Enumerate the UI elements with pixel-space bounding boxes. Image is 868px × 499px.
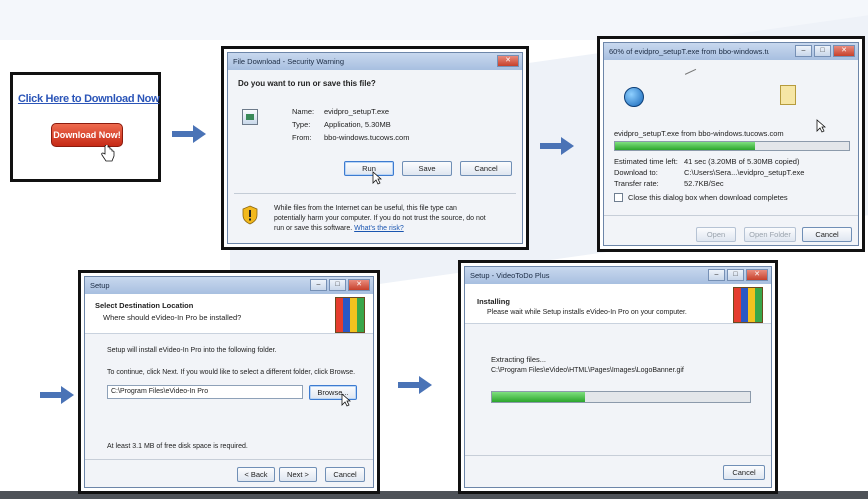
setup-line-1: Setup will install eVideo-In Pro into th… [107, 347, 277, 354]
download-file-line: evidpro_setupT.exe from bbo-windows.tuco… [614, 129, 784, 138]
folder-icon [780, 85, 796, 105]
security-warning-panel: File Download - Security Warning ✕ Do yo… [221, 46, 529, 250]
download-progress-bar [614, 141, 850, 151]
maximize-icon[interactable]: □ [814, 45, 831, 57]
download-now-label: Download Now! [53, 130, 121, 140]
divider [234, 193, 516, 194]
download-to-label: Download to: [614, 168, 658, 177]
install-titlebar[interactable]: Setup - VideoToDo Plus – □ ✕ [465, 267, 771, 284]
install-subheading: Please wait while Setup installs eVideo-… [487, 309, 687, 316]
close-icon[interactable]: ✕ [746, 269, 768, 281]
dialog-title: File Download - Security Warning [233, 57, 345, 66]
pointer-cursor-icon [816, 119, 827, 135]
minimize-icon[interactable]: – [708, 269, 725, 281]
setup-destination-dialog: Setup – □ ✕ Select Destination Location … [84, 276, 374, 488]
back-button[interactable]: < Back [237, 467, 275, 482]
security-question: Do you want to run or save this file? [238, 79, 376, 88]
minimize-icon[interactable]: – [310, 279, 327, 291]
warning-line-2: potentially harm your computer. If you d… [274, 215, 486, 222]
installing-dialog: Setup - VideoToDo Plus – □ ✕ Installing … [464, 266, 772, 488]
cancel-button[interactable]: Cancel [325, 467, 365, 482]
setup-subheading: Where should eVideo-In Pro be installed? [103, 313, 242, 322]
close-icon[interactable]: ✕ [497, 55, 519, 67]
download-titlebar[interactable]: 60% of evidpro_setupT.exe from bbo-windo… [604, 43, 858, 60]
arrow-3-icon [40, 386, 74, 404]
disk-space-text: At least 3.1 MB of free disk space is re… [107, 443, 248, 450]
transfer-rate-value: 52.7KB/Sec [684, 179, 724, 188]
close-on-complete-checkbox[interactable] [614, 193, 623, 202]
installing-panel: Setup - VideoToDo Plus – □ ✕ Installing … [458, 260, 778, 494]
next-button[interactable]: Next > [279, 467, 317, 482]
name-label: Name: [292, 107, 315, 116]
arrow-2-icon [540, 137, 574, 155]
arrow-1-icon [172, 125, 206, 143]
close-on-complete-label: Close this dialog box when download comp… [628, 193, 788, 202]
download-progress-dialog: 60% of evidpro_setupT.exe from bbo-windo… [603, 42, 859, 246]
close-icon[interactable]: ✕ [833, 45, 855, 57]
pointer-cursor-icon [341, 393, 352, 409]
warning-line-1: While files from the Internet can be use… [274, 205, 457, 212]
divider [465, 455, 771, 456]
hand-cursor-icon [101, 143, 115, 163]
install-progress-fill [492, 392, 585, 402]
security-warning-dialog: File Download - Security Warning ✕ Do yo… [227, 52, 523, 244]
close-icon[interactable]: ✕ [348, 279, 370, 291]
name-value: evidpro_setupT.exe [324, 107, 390, 116]
paper-fly-icon [684, 68, 700, 82]
setup-destination-panel: Setup – □ ✕ Select Destination Location … [78, 270, 380, 494]
app-logo-icon [733, 287, 763, 323]
warning-line-3-text: run or save this software. [274, 225, 353, 232]
setup-line-2: To continue, click Next. If you would li… [107, 369, 356, 376]
download-now-button[interactable]: Download Now! [51, 123, 123, 147]
whats-the-risk-link[interactable]: What's the risk? [354, 225, 404, 232]
divider [604, 215, 858, 216]
open-folder-button[interactable]: Open Folder [744, 227, 796, 242]
download-progress-panel: 60% of evidpro_setupT.exe from bbo-windo… [597, 36, 865, 252]
from-label: From: [292, 133, 312, 142]
setup-titlebar[interactable]: Setup – □ ✕ [85, 277, 373, 294]
download-to-value: C:\Users\Sera...\evidpro_setupT.exe [684, 168, 805, 177]
transfer-rate-label: Transfer rate: [614, 179, 659, 188]
save-button[interactable]: Save [402, 161, 452, 176]
pointer-cursor-icon [372, 171, 383, 187]
arrow-4-icon [398, 376, 432, 394]
minimize-icon[interactable]: – [795, 45, 812, 57]
app-logo-icon [335, 297, 365, 333]
from-value: bbo-windows.tucows.com [324, 133, 410, 142]
security-warning-titlebar[interactable]: File Download - Security Warning ✕ [228, 53, 522, 70]
install-title: Setup - VideoToDo Plus [470, 271, 550, 280]
cancel-button[interactable]: Cancel [723, 465, 765, 480]
download-link[interactable]: Click Here to Download Now [18, 93, 160, 105]
globe-icon [624, 87, 644, 107]
est-time-value: 41 sec (3.20MB of 5.30MB copied) [684, 157, 800, 166]
divider [85, 459, 373, 460]
destination-path-input[interactable]: C:\Program Files\eVideo-In Pro [107, 385, 303, 399]
warning-line-3: run or save this software. What's the ri… [274, 225, 404, 232]
open-button[interactable]: Open [696, 227, 736, 242]
download-title: 60% of evidpro_setupT.exe from bbo-windo… [609, 47, 769, 56]
type-value: Application, 5.30MB [324, 120, 391, 129]
maximize-icon[interactable]: □ [727, 269, 744, 281]
download-progress-fill [615, 142, 756, 150]
destination-path-value: C:\Program Files\eVideo-In Pro [111, 388, 209, 395]
extracting-path: C:\Program Files\eVideo\HTML\Pages\Image… [491, 367, 684, 374]
install-progress-bar [491, 391, 751, 403]
type-label: Type: [292, 120, 311, 129]
cancel-button[interactable]: Cancel [802, 227, 852, 242]
setup-title: Setup [90, 281, 110, 290]
exe-file-icon [242, 109, 258, 125]
est-time-label: Estimated time left: [614, 157, 678, 166]
setup-heading: Select Destination Location [95, 301, 194, 310]
install-heading: Installing [477, 297, 510, 306]
maximize-icon[interactable]: □ [329, 279, 346, 291]
download-link-panel: Click Here to Download Now Download Now! [10, 72, 161, 182]
extracting-label: Extracting files... [491, 355, 547, 364]
run-button[interactable]: Run [344, 161, 394, 176]
cancel-button[interactable]: Cancel [460, 161, 512, 176]
install-header [465, 284, 771, 324]
shield-warning-icon [242, 205, 258, 225]
